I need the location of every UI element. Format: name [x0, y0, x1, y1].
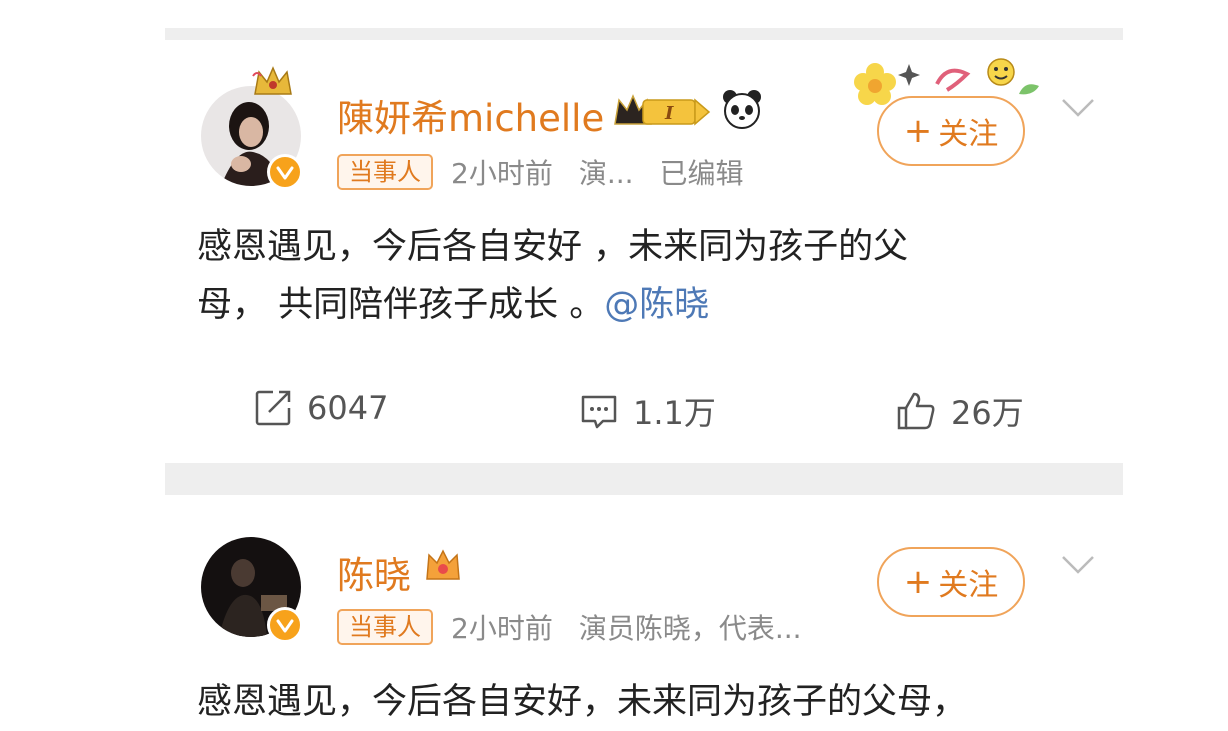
- username[interactable]: 陳妍希michelle: [337, 88, 604, 142]
- verified-badge-icon: [267, 154, 303, 190]
- crown-i-badge[interactable]: I: [613, 90, 713, 134]
- post-source: 演...: [578, 157, 634, 190]
- status-badge: 当事人: [337, 609, 433, 645]
- post-meta: 当事人 2小时前 演... 已编辑: [337, 152, 744, 192]
- chevron-down-icon[interactable]: [1061, 98, 1095, 118]
- like-count: 26万: [951, 394, 1024, 432]
- chevron-down-icon[interactable]: [1061, 555, 1095, 575]
- feed-divider: [165, 463, 1123, 495]
- post-time[interactable]: 2小时前: [451, 607, 553, 647]
- comment-count: 1.1万: [633, 394, 716, 432]
- status-badge: 当事人: [337, 154, 433, 190]
- post-content: 感恩遇见，今后各自安好 ，未来同为孩子的父 母， 共同陪伴孩子成长 。@陈晓: [197, 218, 908, 334]
- content-line: 感恩遇见，今后各自安好，未来同为孩子的父母，: [197, 682, 968, 722]
- svg-text:I: I: [664, 103, 674, 124]
- follow-button[interactable]: + 关注: [877, 96, 1025, 166]
- crown-icon[interactable]: [423, 545, 463, 589]
- comment-button[interactable]: 1.1万: [579, 388, 716, 434]
- follow-label: 关注: [938, 117, 999, 152]
- content-line: 感恩遇见，今后各自安好 ，未来同为孩子的父: [197, 227, 909, 267]
- plus-icon: +: [903, 562, 933, 602]
- like-button[interactable]: 26万: [895, 388, 1024, 434]
- repost-icon: [255, 390, 291, 426]
- follow-label: 关注: [938, 568, 999, 603]
- content-text: 母， 共同陪伴孩子成长 。: [197, 285, 605, 325]
- content-line: 母， 共同陪伴孩子成长 。@陈晓: [197, 276, 908, 334]
- panda-icon: [721, 88, 763, 134]
- username[interactable]: 陈晓: [337, 545, 411, 599]
- verified-badge-icon: [267, 607, 303, 643]
- thumbs-up-icon: [897, 392, 935, 430]
- avatar-crown-icon: [251, 64, 295, 102]
- post-meta: 当事人 2小时前 演员陈晓，代表...: [337, 607, 802, 647]
- post-time[interactable]: 2小时前: [451, 152, 553, 192]
- plus-icon: +: [903, 111, 933, 151]
- repost-count: 6047: [307, 389, 389, 427]
- weibo-post: 陈晓 当事人 2小时前 演员陈晓，代表... + 关注 感恩遇见，今后各自安好，…: [165, 495, 1123, 731]
- comment-icon: [581, 395, 617, 429]
- mention-link[interactable]: @陈晓: [604, 285, 709, 325]
- weibo-post: 陳妍希michelle I 当事人 2小时前 演... 已编辑 + 关注 感恩遇…: [165, 40, 1123, 463]
- repost-button[interactable]: 6047: [253, 388, 388, 428]
- post-content: 感恩遇见，今后各自安好，未来同为孩子的父母，: [197, 673, 967, 731]
- post-source: 演员陈晓，代表...: [578, 612, 802, 645]
- feed-divider-top: [165, 28, 1123, 40]
- follow-button[interactable]: + 关注: [877, 547, 1025, 617]
- edited-label: 已编辑: [659, 157, 744, 190]
